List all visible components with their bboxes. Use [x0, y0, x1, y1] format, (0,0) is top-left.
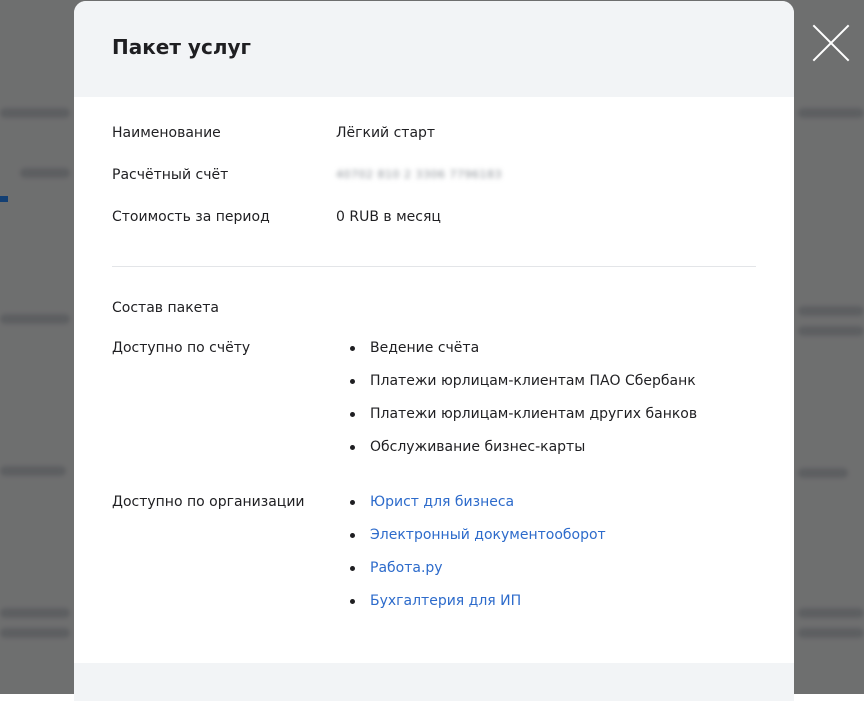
- info-row-account: Расчётный счёт 40702 810 2 3306 7796183: [112, 165, 756, 207]
- service-link[interactable]: Юрист для бизнеса: [370, 494, 514, 510]
- list-item: Платежи юрлицам-клиентам других банков: [348, 404, 697, 437]
- service-link[interactable]: Электронный документооборот: [370, 527, 606, 543]
- close-icon[interactable]: [808, 20, 854, 66]
- modal-body: Наименование Лёгкий старт Расчётный счёт…: [74, 97, 794, 624]
- service-link[interactable]: Бухгалтерия для ИП: [370, 593, 521, 609]
- list-item: Ведение счёта: [348, 338, 697, 371]
- info-label: Стоимость за период: [112, 209, 270, 225]
- package-contents-title: Состав пакета: [112, 300, 220, 316]
- list-item: Электронный документооборот: [348, 525, 606, 558]
- modal-footer: [74, 663, 794, 701]
- info-row-cost: Стоимость за период 0 RUB в месяц: [112, 207, 756, 249]
- group-label: Доступно по организации: [112, 494, 305, 510]
- modal-title: Пакет услуг: [112, 35, 251, 59]
- list-item: Бухгалтерия для ИП: [348, 591, 606, 624]
- organization-services-list: Юрист для бизнеса Электронный документоо…: [348, 492, 606, 624]
- list-item: Юрист для бизнеса: [348, 492, 606, 525]
- info-label: Наименование: [112, 125, 221, 141]
- organization-services-group: Доступно по организации Юрист для бизнес…: [112, 492, 756, 624]
- cost-value: 0 RUB в месяц: [336, 209, 441, 225]
- list-item: Работа.ру: [348, 558, 606, 591]
- service-link[interactable]: Работа.ру: [370, 560, 443, 576]
- info-label: Расчётный счёт: [112, 167, 229, 183]
- account-number-value: 40702 810 2 3306 7796183: [336, 168, 502, 181]
- group-label: Доступно по счёту: [112, 340, 251, 356]
- list-item: Обслуживание бизнес-карты: [348, 437, 697, 470]
- package-name-value: Лёгкий старт: [336, 125, 436, 141]
- account-services-list: Ведение счёта Платежи юрлицам-клиентам П…: [348, 338, 697, 470]
- divider: [112, 266, 756, 267]
- modal-header: Пакет услуг: [74, 1, 794, 97]
- list-item: Платежи юрлицам-клиентам ПАО Сбербанк: [348, 371, 697, 404]
- account-services-group: Доступно по счёту Ведение счёта Платежи …: [112, 338, 756, 470]
- service-package-modal: Пакет услуг Наименование Лёгкий старт Ра…: [74, 1, 794, 701]
- info-row-name: Наименование Лёгкий старт: [112, 123, 756, 165]
